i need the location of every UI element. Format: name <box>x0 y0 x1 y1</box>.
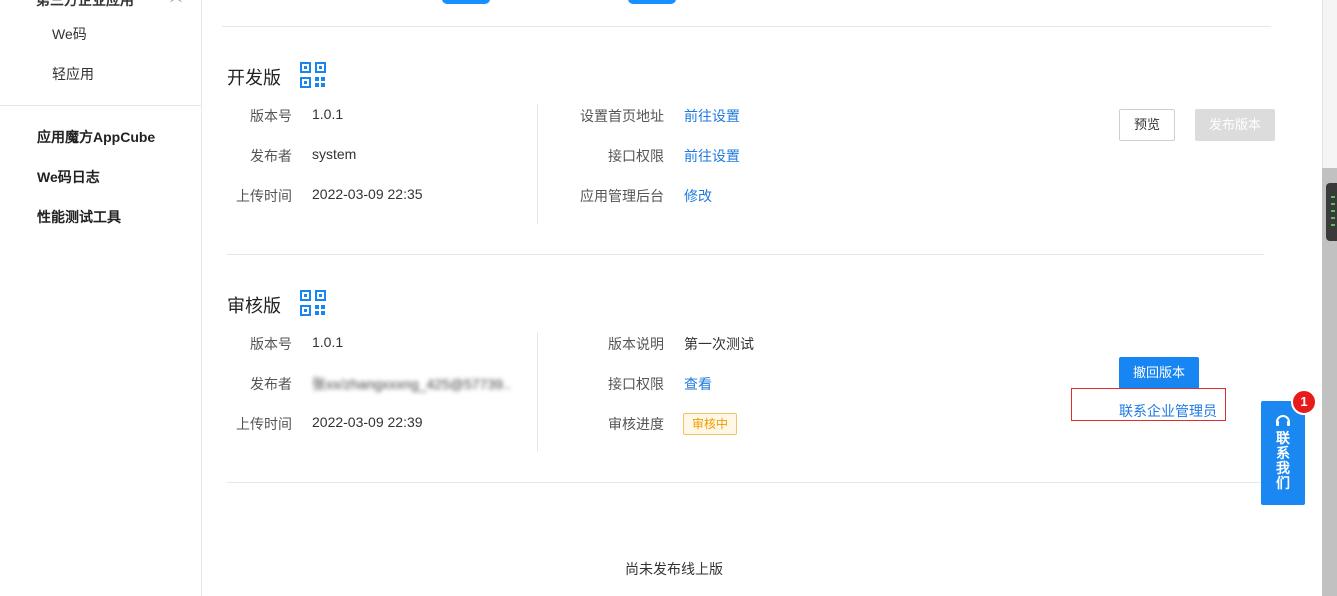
sidebar: 第三方企业应用 ︿ We码 轻应用 应用魔方AppCube We码日志 性能测试… <box>0 0 202 596</box>
set-homepage-link[interactable]: 前往设置 <box>684 106 740 126</box>
field-label: 应用管理后台 <box>580 188 664 204</box>
contact-us-label: 联系我们 <box>1261 431 1305 491</box>
field-label: 版本说明 <box>608 336 664 352</box>
api-permission-link[interactable]: 前往设置 <box>684 146 740 166</box>
column-divider <box>537 332 538 452</box>
sidebar-subitem-light-app[interactable]: 轻应用 <box>52 64 94 84</box>
notification-badge: 1 <box>1291 389 1317 415</box>
grip-line <box>1331 217 1335 219</box>
contact-us-label-text: 联系我们 <box>1276 430 1290 491</box>
scroll-grip-handle[interactable] <box>1326 183 1337 241</box>
review-version-title: 审核版 <box>227 296 281 316</box>
main-content: 开发版 版本号 1.0.1 发布者 system 上传时间 2022-03-09… <box>202 0 1290 596</box>
contact-us-button[interactable]: 联系我们 <box>1261 401 1305 505</box>
sidebar-divider <box>0 105 201 106</box>
field-label: 审核进度 <box>608 416 664 432</box>
field-label: 发布者 <box>250 148 292 164</box>
grip-line <box>1331 203 1335 205</box>
field-label: 上传时间 <box>236 188 292 204</box>
field-label: 上传时间 <box>236 416 292 432</box>
dev-version-title: 开发版 <box>227 68 281 88</box>
field-label: 接口权限 <box>608 148 664 164</box>
admin-console-edit-link[interactable]: 修改 <box>684 186 712 206</box>
grip-line <box>1331 224 1335 226</box>
status-pill <box>442 0 490 4</box>
withdraw-version-button[interactable]: 撤回版本 <box>1119 357 1199 389</box>
empty-online-version: 尚未发布线上版 <box>625 561 723 577</box>
version-number: 1.0.1 <box>312 334 344 350</box>
field-label: 设置首页地址 <box>580 108 664 124</box>
version-number: 1.0.1 <box>312 106 344 122</box>
sidebar-subitem-wecode[interactable]: We码 <box>52 24 87 44</box>
publisher: system <box>312 146 357 162</box>
upload-time: 2022-03-09 22:35 <box>312 186 423 202</box>
field-label: 发布者 <box>250 376 292 392</box>
grip-line <box>1331 196 1335 198</box>
qr-code-icon[interactable] <box>300 290 326 316</box>
sidebar-item-third-party[interactable]: 第三方企业应用 <box>36 0 134 10</box>
contact-admin-link[interactable]: 联系企业管理员 <box>1119 401 1217 421</box>
sidebar-item-wecode-log[interactable]: We码日志 <box>37 167 100 187</box>
upload-time: 2022-03-09 22:39 <box>312 414 423 430</box>
sidebar-item-perf-test[interactable]: 性能测试工具 <box>37 207 121 227</box>
field-label: 版本号 <box>250 336 292 352</box>
field-label: 接口权限 <box>608 376 664 392</box>
divider <box>227 254 1264 255</box>
divider <box>222 26 1271 27</box>
headset-icon <box>1276 415 1290 426</box>
chevron-up-icon[interactable]: ︿ <box>170 0 182 5</box>
grip-line <box>1331 210 1335 212</box>
qr-code-icon[interactable] <box>300 62 326 88</box>
column-divider <box>537 104 538 224</box>
sidebar-item-appcube[interactable]: 应用魔方AppCube <box>37 127 155 147</box>
view-permission-link[interactable]: 查看 <box>684 374 712 394</box>
preview-button[interactable]: 预览 <box>1119 109 1175 141</box>
field-label: 版本号 <box>250 108 292 124</box>
review-status-badge: 审核中 <box>683 413 737 435</box>
publish-version-button[interactable]: 发布版本 <box>1195 109 1275 141</box>
divider <box>227 482 1264 483</box>
publisher: 张xx/zhangxxxng_425@57739... <box>312 376 512 392</box>
status-pill <box>628 0 676 4</box>
version-description: 第一次测试 <box>684 336 754 352</box>
